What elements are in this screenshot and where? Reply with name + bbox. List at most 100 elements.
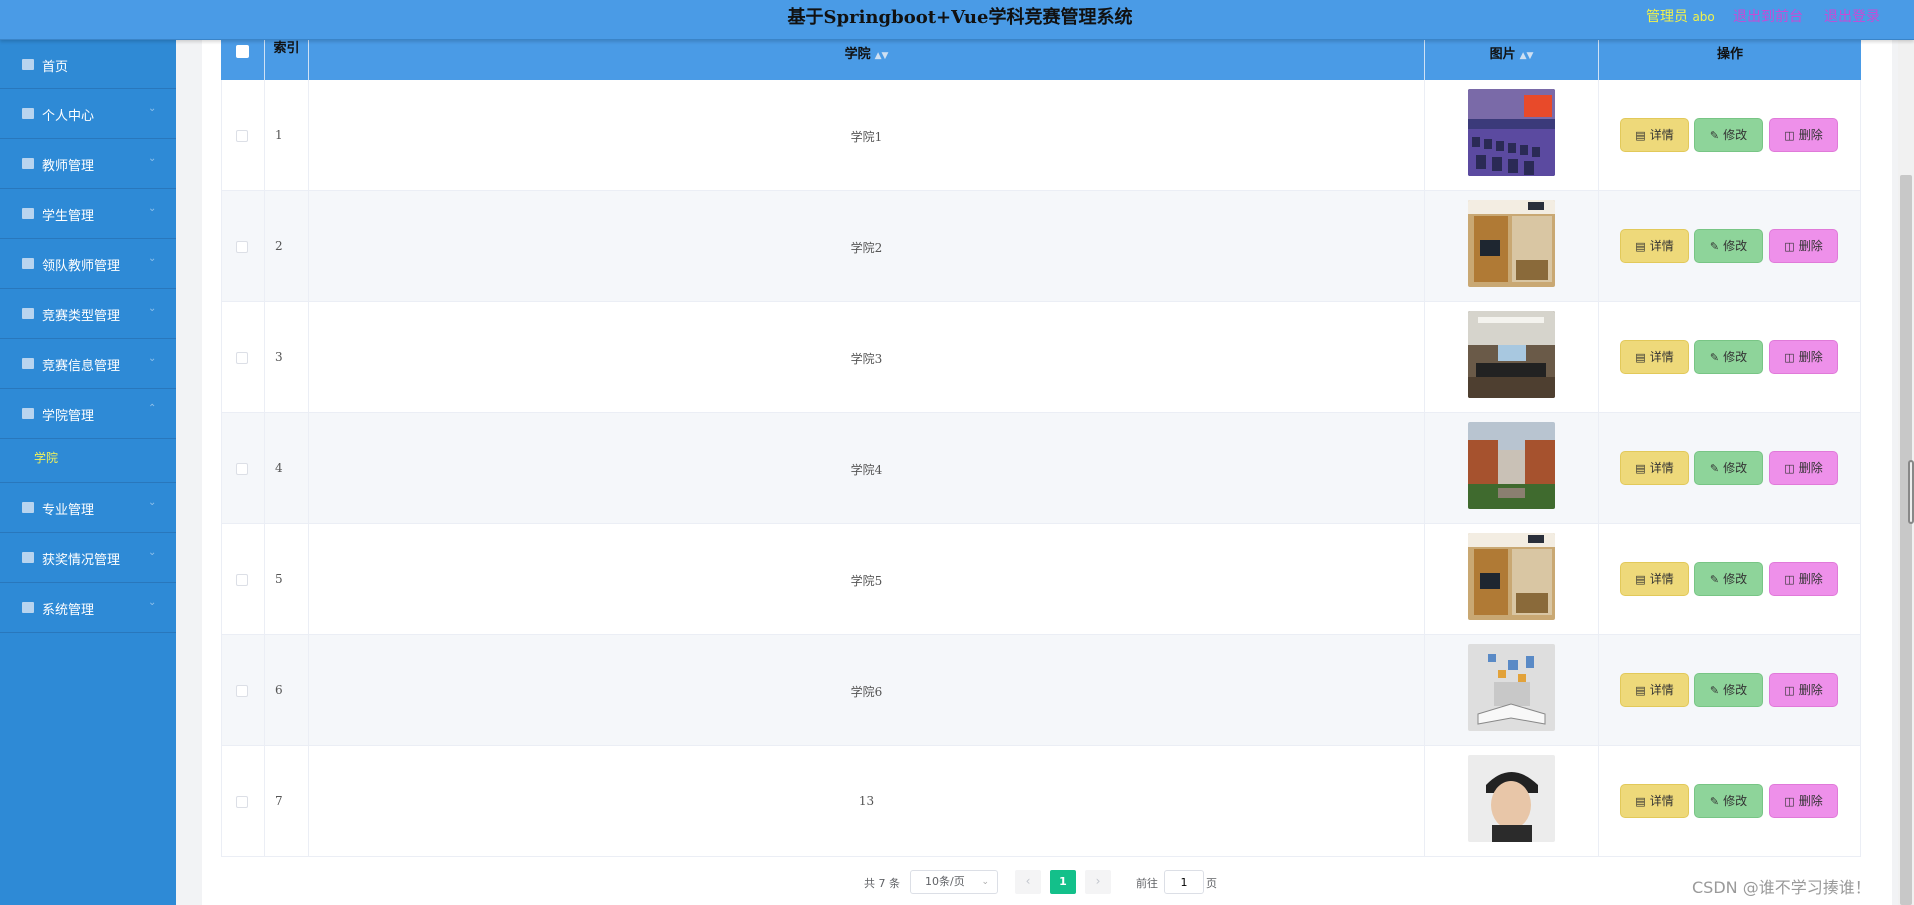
row-checkbox[interactable]: [236, 130, 248, 142]
edit-button[interactable]: ✎ 修改: [1694, 229, 1763, 263]
monitor-icon: [22, 158, 34, 169]
role-label: 管理员: [1646, 9, 1688, 25]
sidebar-item-system[interactable]: 系统管理 ⌄: [0, 583, 176, 633]
row-checkbox[interactable]: [236, 796, 248, 808]
edit-button[interactable]: ✎ 修改: [1694, 340, 1763, 374]
delete-button[interactable]: ◫ 删除: [1769, 229, 1838, 263]
detail-button[interactable]: ▤ 详情: [1620, 118, 1689, 152]
front-link[interactable]: 退出到前台: [1733, 6, 1803, 26]
row-checkbox[interactable]: [236, 463, 248, 475]
edit-button[interactable]: ✎ 修改: [1694, 562, 1763, 596]
delete-button[interactable]: ◫ 删除: [1769, 784, 1838, 818]
sidebar-item-colleges[interactable]: 学院管理 ⌃: [0, 389, 176, 439]
settings-icon: [22, 602, 34, 613]
header-image[interactable]: 图片 ▲▼: [1425, 40, 1599, 80]
top-header: 基于Springboot+Vue学科竞赛管理系统 管理员 abo 退出到前台 退…: [0, 0, 1914, 40]
prev-page-button[interactable]: ‹: [1015, 870, 1041, 894]
edit-icon: ✎: [1709, 795, 1720, 808]
sidebar-item-home[interactable]: 首页: [0, 40, 176, 89]
delete-button[interactable]: ◫ 删除: [1769, 562, 1838, 596]
sidebar-subitem-college[interactable]: 学院: [0, 439, 176, 483]
detail-button[interactable]: ▤ 详情: [1620, 784, 1689, 818]
row-college-name: 13: [858, 794, 875, 808]
logout-link[interactable]: 退出登录: [1824, 6, 1880, 26]
detail-button[interactable]: ▤ 详情: [1620, 340, 1689, 374]
chevron-down-icon: ⌄: [148, 203, 157, 214]
college-image: [1468, 311, 1555, 398]
edit-button[interactable]: ✎ 修改: [1694, 118, 1763, 152]
chevron-down-icon: ⌄: [148, 597, 157, 608]
college-image: [1468, 200, 1555, 287]
sidebar-item-label: 系统管理: [42, 603, 95, 618]
header-image-label: 图片: [1489, 47, 1516, 62]
row-checkbox[interactable]: [236, 352, 248, 364]
sidebar-item-contest-info[interactable]: 竞赛信息管理 ⌄: [0, 339, 176, 389]
row-index: 7: [275, 794, 283, 808]
scroll-handle[interactable]: [1908, 460, 1914, 524]
select-all-checkbox[interactable]: [236, 45, 249, 58]
header-college[interactable]: 学院 ▲▼: [309, 40, 1425, 80]
trash-icon: ◫: [1784, 684, 1795, 697]
college-image: [1468, 89, 1555, 176]
delete-button[interactable]: ◫ 删除: [1769, 340, 1838, 374]
trash-icon: ◫: [1784, 795, 1795, 808]
sidebar-item-students[interactable]: 学生管理 ⌄: [0, 189, 176, 239]
sidebar: 首页 个人中心 ⌄ 教师管理 ⌄ 学生管理 ⌄ 领队教师管理 ⌄ 竞赛类型管理 …: [0, 40, 176, 905]
trash-icon: ◫: [1784, 240, 1795, 253]
vertical-scrollbar[interactable]: [1898, 40, 1914, 905]
table-header: 索引 学院 ▲▼ 图片 ▲▼ 操作: [221, 40, 1861, 80]
home-icon: [22, 59, 34, 70]
row-college-name: 学院1: [850, 130, 883, 144]
trash-icon: ◫: [1784, 129, 1795, 142]
page-size-select[interactable]: 10条/页 ⌄: [910, 870, 998, 894]
edit-button[interactable]: ✎ 修改: [1694, 673, 1763, 707]
edit-icon: ✎: [1709, 240, 1720, 253]
delete-button[interactable]: ◫ 删除: [1769, 118, 1838, 152]
detail-button[interactable]: ▤ 详情: [1620, 673, 1689, 707]
row-checkbox[interactable]: [236, 685, 248, 697]
chevron-down-icon: ⌄: [148, 103, 157, 114]
detail-button[interactable]: ▤ 详情: [1620, 562, 1689, 596]
college-image: [1468, 422, 1555, 509]
edit-button[interactable]: ✎ 修改: [1694, 784, 1763, 818]
sidebar-item-label: 领队教师管理: [42, 259, 121, 274]
sort-icon[interactable]: ▲▼: [1520, 51, 1534, 61]
sidebar-item-awards[interactable]: 获奖情况管理 ⌄: [0, 533, 176, 583]
college-image: [1468, 644, 1555, 731]
page-number-current[interactable]: 1: [1050, 870, 1076, 894]
goto-page-input[interactable]: [1164, 870, 1204, 894]
chevron-right-icon: ›: [1095, 874, 1101, 888]
scrollbar-thumb[interactable]: [1900, 175, 1912, 905]
delete-button[interactable]: ◫ 删除: [1769, 673, 1838, 707]
table-row: 4 学院4 ▤ 详情 ✎ 修改 ◫ 删除: [221, 413, 1861, 524]
detail-button[interactable]: ▤ 详情: [1620, 451, 1689, 485]
pagination: 共 7 条 10条/页 ⌄ ‹ 1 › 前往 页: [0, 869, 1914, 895]
delete-button[interactable]: ◫ 删除: [1769, 451, 1838, 485]
sidebar-item-label: 学生管理: [42, 209, 95, 224]
trophy-icon: [22, 308, 34, 319]
sidebar-item-leaders[interactable]: 领队教师管理 ⌄: [0, 239, 176, 289]
row-checkbox[interactable]: [236, 574, 248, 586]
college-image: [1468, 755, 1555, 842]
sidebar-item-label: 学院管理: [42, 409, 95, 424]
chevron-down-icon: ⌄: [148, 353, 157, 364]
sidebar-item-label: 首页: [42, 60, 69, 75]
header-index: 索引: [265, 40, 309, 80]
row-checkbox[interactable]: [236, 241, 248, 253]
trash-icon: ◫: [1784, 462, 1795, 475]
sidebar-item-contest-types[interactable]: 竞赛类型管理 ⌄: [0, 289, 176, 339]
edit-button[interactable]: ✎ 修改: [1694, 451, 1763, 485]
sidebar-item-profile[interactable]: 个人中心 ⌄: [0, 89, 176, 139]
chat-icon: [22, 408, 34, 419]
user-icon: [22, 108, 34, 119]
row-index: 5: [275, 572, 283, 586]
table-row: 7 13 ▤ 详情 ✎ 修改 ◫ 删除: [221, 746, 1861, 857]
table-row: 2 学院2 ▤ 详情 ✎ 修改 ◫ 删除: [221, 191, 1861, 302]
edit-icon: ✎: [1709, 684, 1720, 697]
detail-button[interactable]: ▤ 详情: [1620, 229, 1689, 263]
sort-icon[interactable]: ▲▼: [875, 51, 889, 61]
sidebar-item-teachers[interactable]: 教师管理 ⌄: [0, 139, 176, 189]
edit-icon: ✎: [1709, 462, 1720, 475]
next-page-button[interactable]: ›: [1085, 870, 1111, 894]
sidebar-item-majors[interactable]: 专业管理 ⌄: [0, 483, 176, 533]
